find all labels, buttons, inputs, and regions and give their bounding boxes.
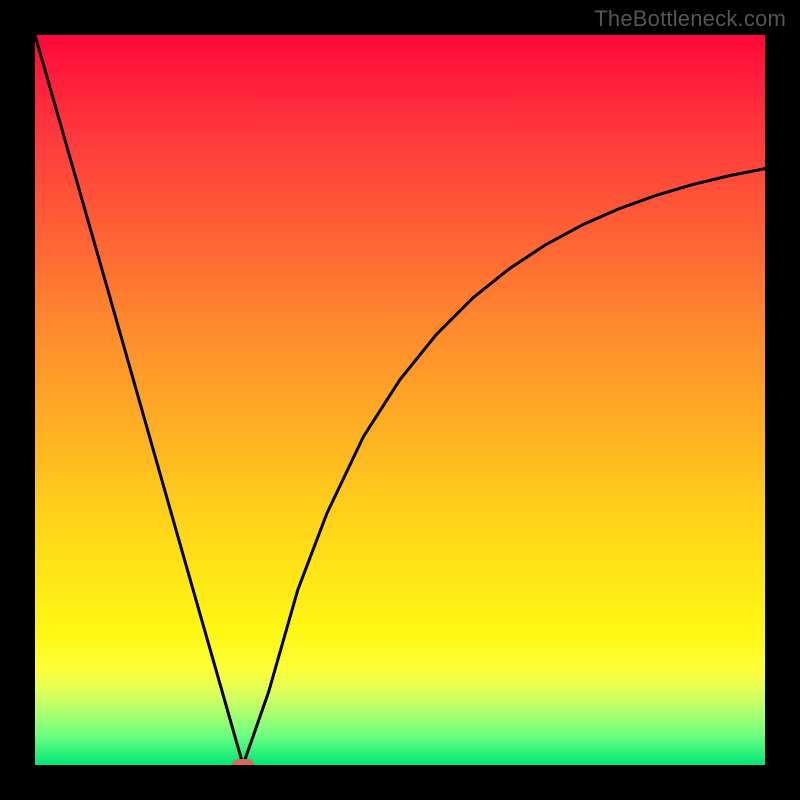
minimum-marker [232, 759, 254, 765]
bottleneck-curve [35, 35, 765, 765]
plot-area [35, 35, 765, 765]
chart-frame: TheBottleneck.com [0, 0, 800, 800]
watermark-text: TheBottleneck.com [594, 6, 786, 32]
